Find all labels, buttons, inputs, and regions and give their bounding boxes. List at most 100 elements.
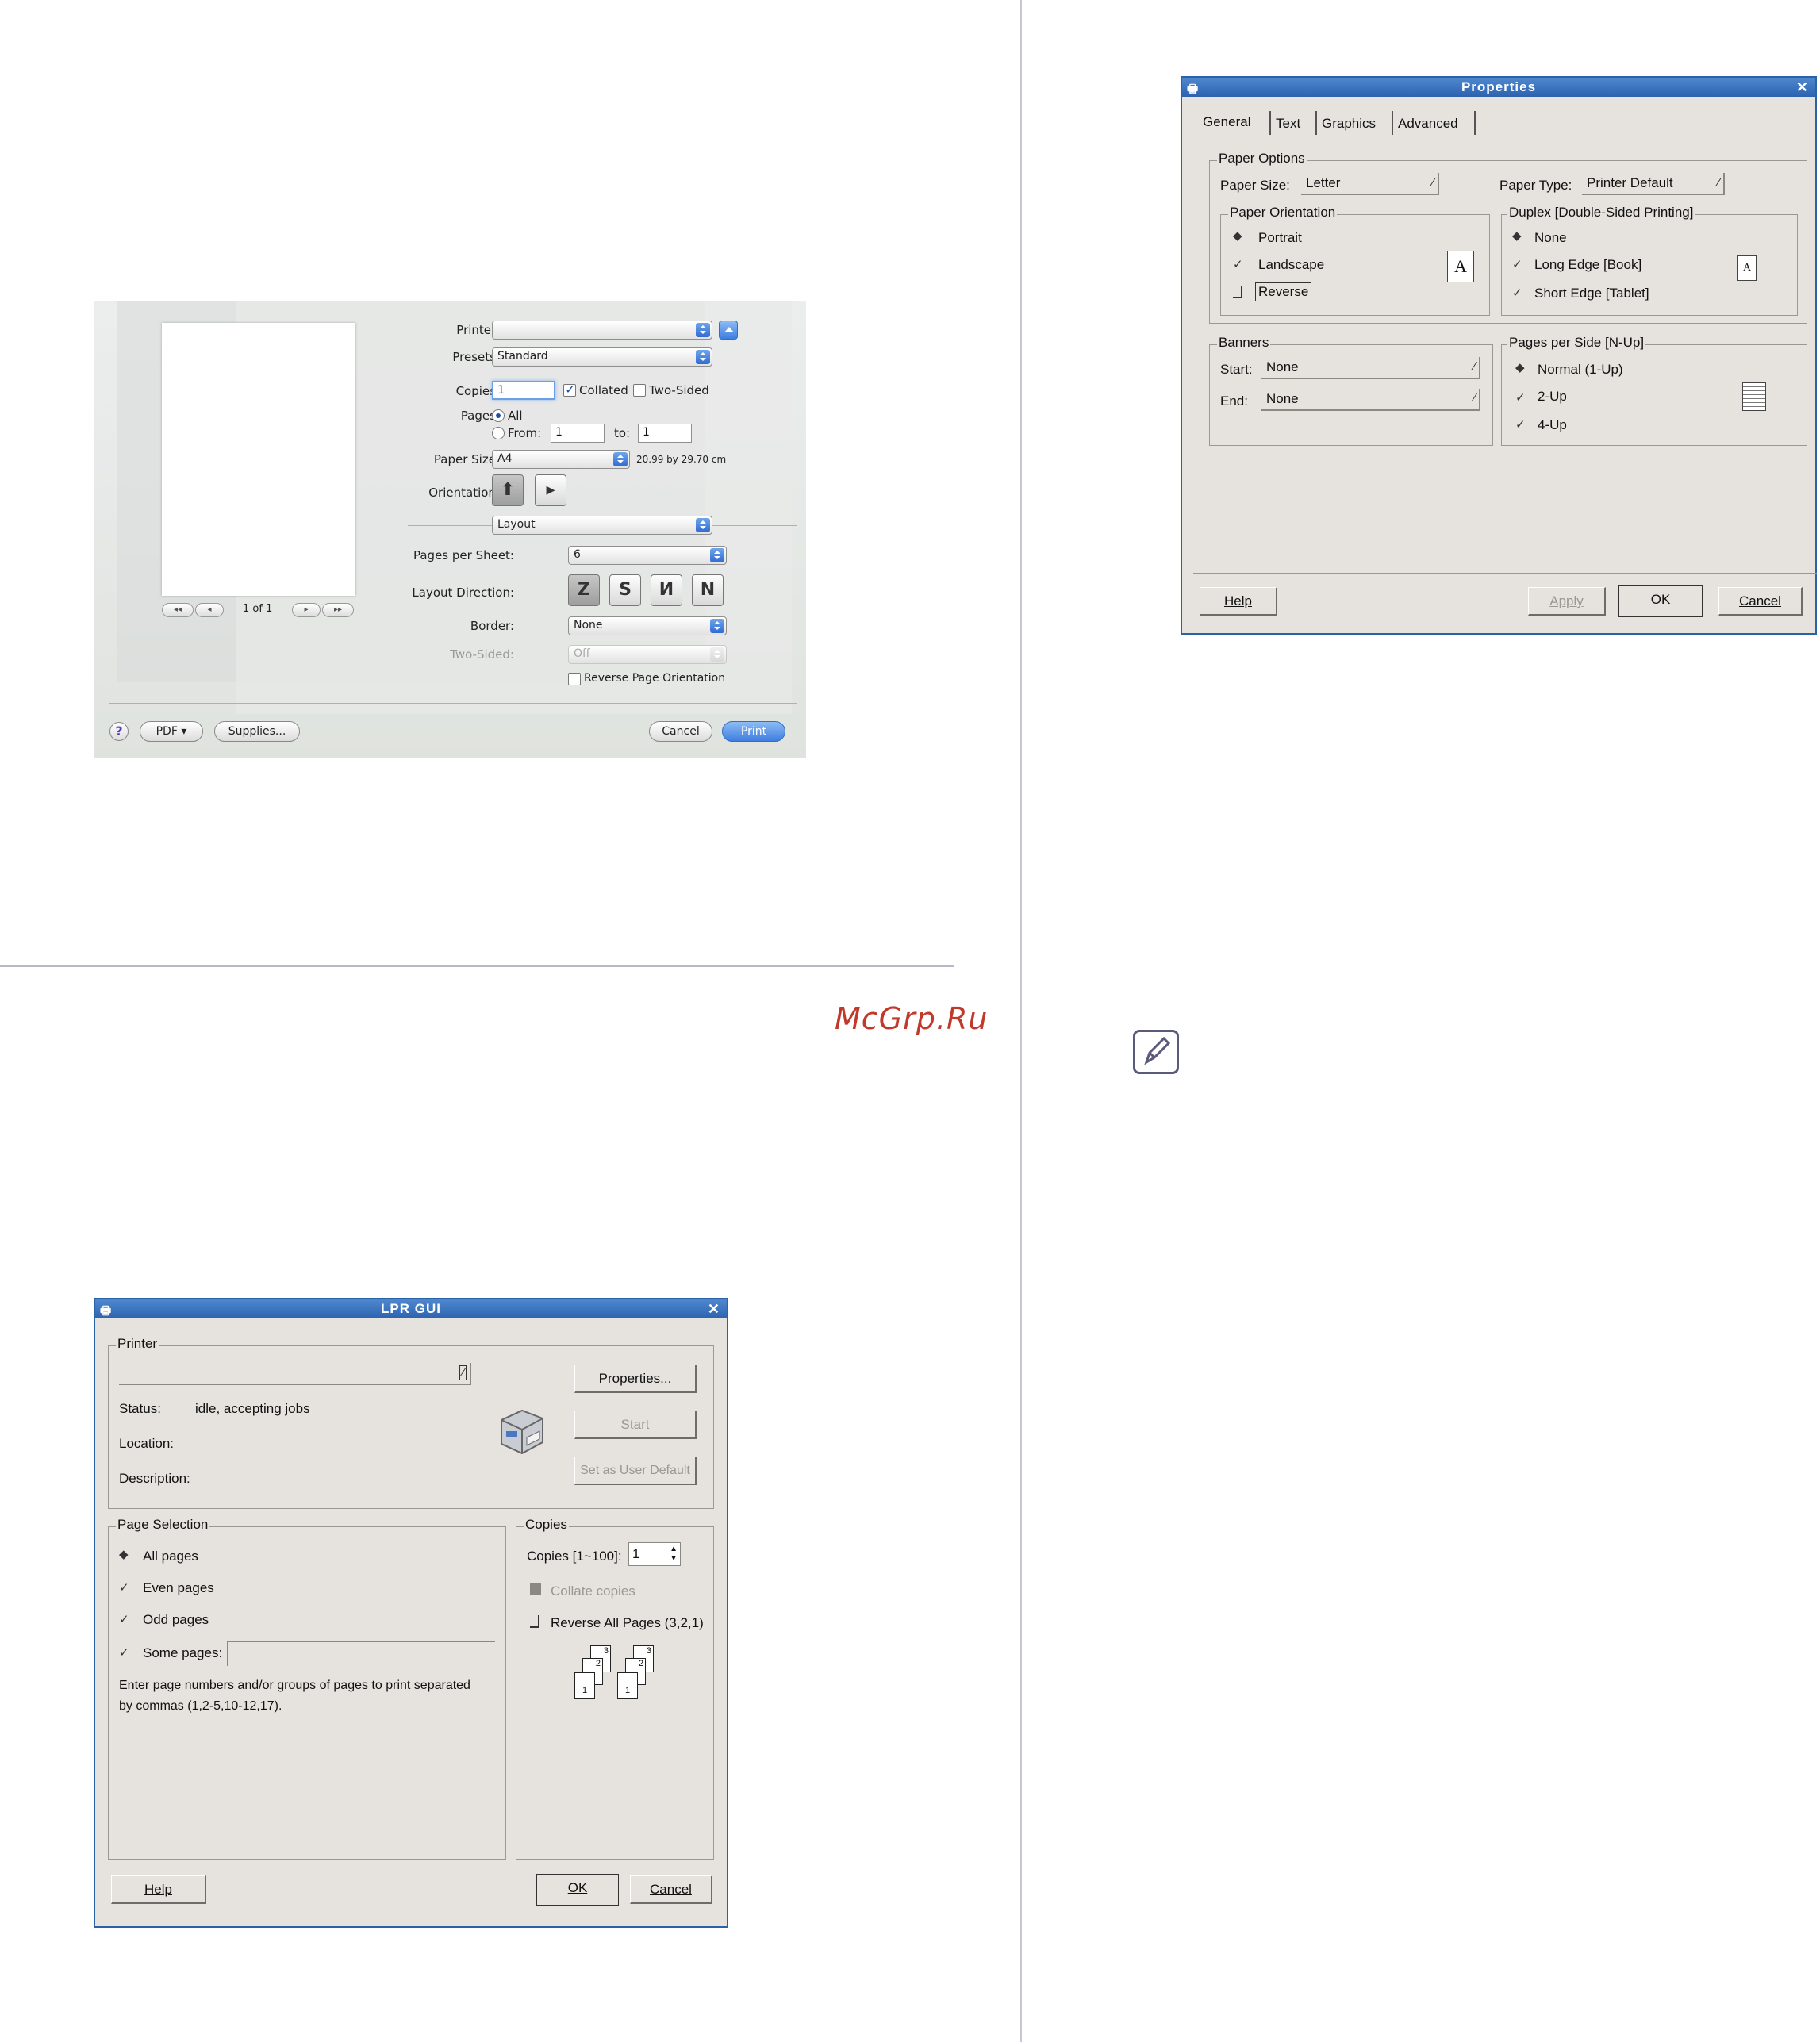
two-sided-label: Two-Sided — [649, 383, 709, 397]
next-page-button[interactable]: ▸ — [292, 603, 321, 617]
landscape-orientation-button[interactable]: ▸ — [535, 474, 566, 506]
supplies-button[interactable]: Supplies... — [214, 721, 300, 742]
first-page-button[interactable]: ◂◂ — [162, 603, 194, 617]
last-page-button[interactable]: ▸▸ — [322, 603, 354, 617]
ok-button[interactable]: OK — [1618, 585, 1703, 617]
ok-button[interactable]: OK — [536, 1874, 619, 1906]
help-button[interactable]: ? — [109, 722, 129, 741]
prev-page-button[interactable]: ◂ — [195, 603, 224, 617]
pages-from-radio[interactable] — [492, 427, 505, 439]
reverse-label: Reverse — [1255, 282, 1312, 301]
odd-pages-label: Odd pages — [143, 1612, 209, 1627]
print-button[interactable]: Print — [722, 721, 785, 742]
paper-orientation-label: Paper Orientation — [1228, 205, 1338, 221]
all-pages-radio[interactable]: ◆ — [119, 1547, 129, 1561]
tab-text[interactable]: Text — [1276, 116, 1300, 132]
collate-copies-checkbox[interactable] — [530, 1583, 541, 1595]
apply-button[interactable]: Apply — [1528, 587, 1606, 616]
banner-start-combo[interactable]: None ⁄ — [1261, 357, 1480, 379]
duplex-label: Duplex [Double-Sided Printing] — [1507, 205, 1695, 221]
page-selection-group — [108, 1526, 506, 1860]
tab-separator — [1269, 111, 1271, 135]
printer-select[interactable] — [492, 321, 712, 340]
pdf-button[interactable]: PDF ▾ — [140, 721, 203, 742]
nup-label: Pages per Side [N-Up] — [1507, 335, 1646, 351]
layout-direction-n-button[interactable]: N — [692, 574, 724, 606]
section-select[interactable]: Layout — [492, 516, 712, 535]
paper-size-combo[interactable]: Letter ⁄ — [1301, 173, 1439, 195]
layout-direction-z-button[interactable]: Z — [568, 574, 600, 606]
nup-normal-label: Normal (1-Up) — [1538, 362, 1623, 377]
properties-dialog: 🖶 Properties ✕ General Text Graphics Adv… — [1181, 76, 1817, 635]
portrait-radio[interactable]: ◆ — [1233, 228, 1242, 243]
paper-size-select[interactable]: A4 — [492, 450, 630, 469]
cancel-button[interactable]: Cancel — [649, 721, 712, 742]
layout-direction-reverse-n-button[interactable]: И — [651, 574, 682, 606]
pages-all-radio[interactable] — [492, 409, 505, 422]
cancel-button[interactable]: Cancel — [630, 1875, 712, 1904]
printer-device-icon — [495, 1403, 547, 1458]
duplex-short-radio[interactable]: ✓ — [1512, 286, 1522, 300]
paper-type-combo[interactable]: Printer Default ⁄ — [1582, 173, 1725, 195]
duplex-none-radio[interactable]: ◆ — [1512, 228, 1522, 243]
page-hint-line2: by commas (1,2-5,10-12,17). — [119, 1699, 282, 1713]
nup-2-radio[interactable]: ✓ — [1515, 390, 1526, 405]
popup-arrow-icon — [696, 518, 710, 532]
even-pages-radio[interactable]: ✓ — [119, 1580, 129, 1595]
page-counter: 1 of 1 — [243, 603, 273, 615]
landscape-radio[interactable]: ✓ — [1233, 257, 1243, 271]
reverse-orientation-checkbox[interactable] — [568, 673, 581, 685]
tab-advanced[interactable]: Advanced — [1398, 116, 1458, 132]
pages-to-input[interactable]: 1 — [638, 424, 692, 443]
banner-end-combo[interactable]: None ⁄ — [1261, 389, 1480, 411]
two-sided-setting-select[interactable]: Off — [568, 645, 727, 664]
nup-4-label: 4-Up — [1538, 417, 1567, 432]
properties-button[interactable]: Properties... — [574, 1365, 697, 1393]
duplex-long-radio[interactable]: ✓ — [1512, 257, 1522, 271]
tab-separator — [1392, 111, 1393, 135]
lpr-gui-dialog: 🖶 LPR GUI ✕ Printer ⁄ Status: idle, acce… — [94, 1298, 728, 1928]
location-label: Location: — [119, 1436, 174, 1451]
reverse-all-checkbox[interactable] — [530, 1615, 539, 1628]
tab-general[interactable]: General — [1203, 114, 1250, 130]
tab-graphics[interactable]: Graphics — [1322, 116, 1376, 132]
reverse-checkbox[interactable] — [1233, 286, 1242, 298]
orientation-label: Orientation: — [428, 486, 500, 500]
pages-per-sheet-select[interactable]: 6 — [568, 546, 727, 565]
close-icon[interactable]: ✕ — [1796, 78, 1809, 97]
combo-arrow-icon: ⁄ — [459, 1365, 467, 1380]
layout-direction-label: Layout Direction: — [412, 585, 514, 600]
paper-size-dimensions: 20.99 by 29.70 cm — [636, 454, 727, 465]
odd-pages-radio[interactable]: ✓ — [119, 1612, 129, 1626]
nup-4-radio[interactable]: ✓ — [1515, 417, 1526, 432]
portrait-orientation-button[interactable]: ⬆ — [492, 474, 524, 506]
set-default-button[interactable]: Set as User Default — [574, 1457, 697, 1485]
pages-from-input[interactable]: 1 — [551, 424, 605, 443]
collated-checkbox[interactable] — [563, 382, 576, 397]
copies-spinner[interactable]: 1 ▲ ▼ — [628, 1542, 681, 1566]
column-divider — [1020, 0, 1022, 2042]
tab-separator — [1315, 111, 1317, 135]
help-button[interactable]: Help — [1200, 587, 1277, 616]
banners-label: Banners — [1217, 335, 1271, 351]
note-pencil-icon — [1133, 1030, 1179, 1074]
some-pages-radio[interactable]: ✓ — [119, 1645, 129, 1660]
two-sided-checkbox[interactable] — [633, 384, 646, 397]
nup-normal-radio[interactable]: ◆ — [1515, 360, 1525, 374]
properties-title: Properties — [1461, 79, 1537, 94]
start-button[interactable]: Start — [574, 1411, 697, 1439]
help-button[interactable]: Help — [111, 1875, 206, 1904]
collapse-details-button[interactable] — [719, 321, 738, 340]
popup-arrow-icon — [710, 619, 724, 633]
close-icon[interactable]: ✕ — [708, 1299, 720, 1318]
page-hint-line1: Enter page numbers and/or groups of page… — [119, 1679, 470, 1692]
description-label: Description: — [119, 1471, 190, 1486]
printer-combo[interactable]: ⁄ — [119, 1363, 471, 1385]
copies-input[interactable]: 1 — [492, 381, 555, 400]
border-select[interactable]: None — [568, 616, 727, 635]
some-pages-input[interactable] — [227, 1641, 495, 1666]
cancel-button[interactable]: Cancel — [1718, 587, 1803, 616]
layout-direction-s-button[interactable]: S — [609, 574, 641, 606]
presets-select[interactable]: Standard — [492, 347, 712, 367]
collate-stack-icon: 3 2 1 3 2 1 — [571, 1645, 666, 1709]
